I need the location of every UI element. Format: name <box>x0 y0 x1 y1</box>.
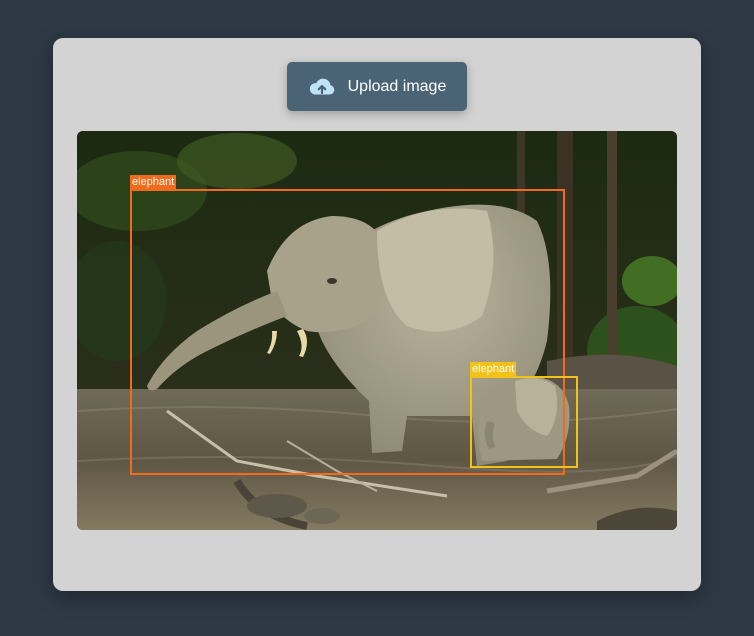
detection-card: Upload image elephant elephant <box>53 38 701 591</box>
upload-button-label: Upload image <box>347 77 447 95</box>
bounding-box <box>470 376 578 468</box>
detection-image: elephant elephant <box>77 131 677 530</box>
bounding-box-label: elephant <box>470 362 517 377</box>
cloud-upload-icon <box>308 76 336 98</box>
bounding-box-label: elephant <box>130 175 177 190</box>
upload-image-button[interactable]: Upload image <box>287 62 467 111</box>
